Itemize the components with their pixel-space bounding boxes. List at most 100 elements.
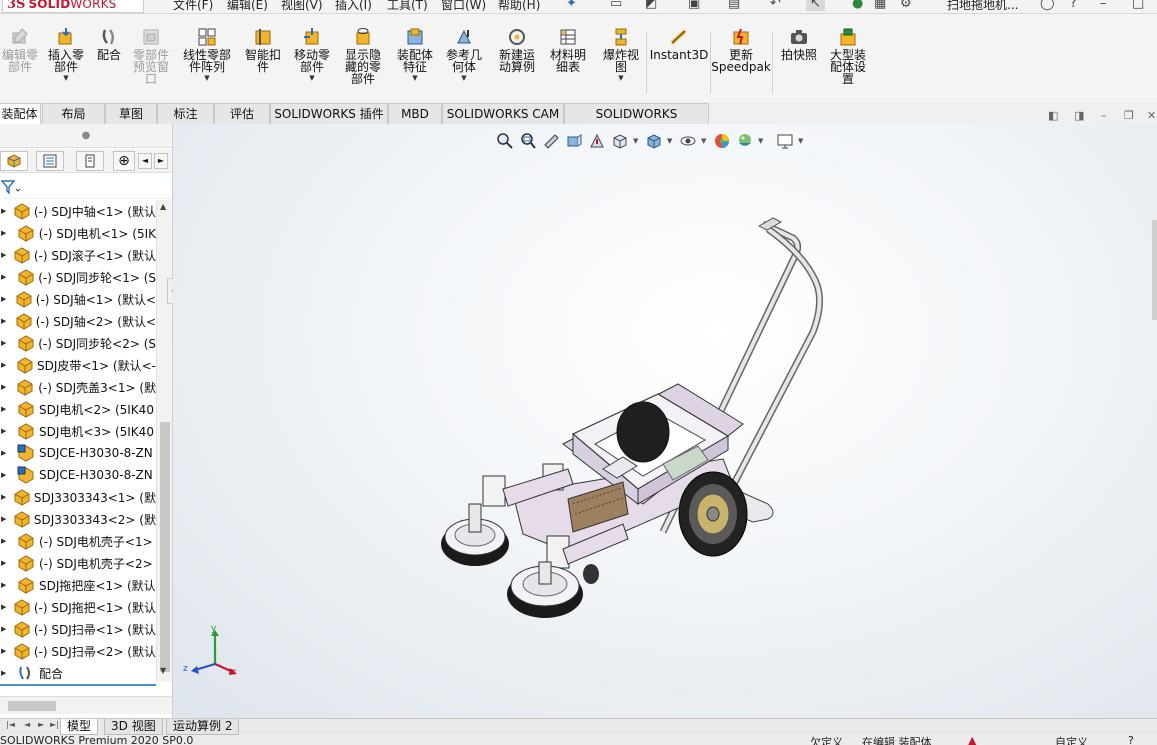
tree-horizontal-scrollbar[interactable]	[0, 696, 172, 714]
tree-expand-icon[interactable]: ▶	[1, 603, 7, 611]
tree-expand-icon[interactable]: ▶	[1, 625, 7, 633]
tree-expand-icon[interactable]: ▶	[1, 361, 9, 369]
traffic-light-icon[interactable]: ●	[852, 0, 863, 11]
tree-filter[interactable]	[0, 174, 172, 199]
instant3d-button[interactable]: Instant3D	[650, 26, 708, 61]
options-gear-icon[interactable]: ⚙	[900, 0, 912, 11]
tab-solidworks-cam[interactable]: SOLIDWORKS CAM	[442, 103, 564, 124]
tree-component-row[interactable]: ▶ SDJ皮带<1> (默认<-	[0, 354, 156, 376]
tree-component-row[interactable]: ▶ SDJCE-H3030-8-ZN	[0, 442, 156, 464]
tree-expand-icon[interactable]: ▶	[1, 427, 10, 435]
linear-pattern-button[interactable]: 线性零部 件阵列 ▼	[176, 26, 238, 82]
insert-component-dropdown-icon[interactable]: ▼	[63, 74, 68, 82]
tree-component-row[interactable]: ▶ (-) SDJ拖把<1> (默认	[0, 596, 156, 618]
print-icon[interactable]: ▤	[728, 0, 740, 11]
section-view-icon[interactable]	[564, 131, 584, 151]
maximize-window-icon[interactable]: □	[1132, 0, 1144, 11]
menu-file[interactable]: 文件(F)	[173, 0, 213, 13]
tree-expand-icon[interactable]: ▶	[1, 493, 7, 501]
tab-assembly[interactable]: 装配体	[0, 103, 41, 124]
apply-scene-dropdown-icon[interactable]: ▼	[758, 137, 766, 145]
menu-edit[interactable]: 编辑(E)	[227, 0, 268, 13]
tab-3d-view[interactable]: 3D 视图	[104, 719, 163, 735]
reference-geometry-dropdown-icon[interactable]: ▼	[461, 74, 466, 82]
tree-component-row[interactable]: ▶ (-) SDJ扫帚<1> (默认	[0, 618, 156, 640]
scroll-up-icon[interactable]: ▲	[160, 202, 166, 211]
move-component-button[interactable]: 移动零 部件 ▼	[289, 26, 335, 82]
tile-right-icon[interactable]: ◨	[1074, 109, 1084, 122]
tree-scroll-thumb[interactable]	[160, 422, 170, 672]
view-settings-icon[interactable]	[775, 131, 795, 151]
tree-expand-icon[interactable]: ▶	[1, 449, 10, 457]
view-settings-dropdown-icon[interactable]: ▼	[798, 137, 806, 145]
edit-component-button[interactable]: 编辑零 部件	[0, 26, 40, 73]
rebuild-icon[interactable]: ▲	[968, 735, 976, 745]
smart-fastener-button[interactable]: 智能扣 件	[241, 26, 285, 73]
tree-mates-folder[interactable]: ▶ 配合	[0, 662, 156, 682]
exploded-view-button[interactable]: 爆炸视 图 ▼	[598, 26, 644, 82]
status-units[interactable]: 自定义	[1055, 735, 1088, 745]
doc-restore-icon[interactable]: ❐	[1124, 109, 1134, 122]
tree-vertical-scrollbar[interactable]: ▲ ▼	[156, 200, 172, 682]
tree-component-row[interactable]: ▶ (-) SDJ同步轮<1> (S	[0, 266, 156, 288]
doc-close-icon[interactable]: ✕	[1147, 109, 1156, 122]
menu-help[interactable]: 帮助(H)	[498, 0, 540, 13]
view-orientation-icon[interactable]	[610, 131, 630, 151]
edit-appearance-icon[interactable]	[712, 131, 732, 151]
tab-markup[interactable]: 标注	[157, 103, 214, 124]
tree-component-row[interactable]: ▶ SDJ电机<2> (5IK40	[0, 398, 156, 420]
display-style-dropdown-icon[interactable]: ▼	[667, 137, 675, 145]
tree-component-row[interactable]: ▶ (-) SDJ电机壳子<2>	[0, 552, 156, 574]
tree-component-row[interactable]: ▶ SDJCE-H3030-8-ZN	[0, 464, 156, 486]
move-component-dropdown-icon[interactable]: ▼	[309, 74, 314, 82]
next-tab-icon[interactable]: ►	[38, 720, 44, 729]
tree-expand-icon[interactable]: ▶	[1, 537, 10, 545]
tree-component-row[interactable]: ▶ SDJ电机<3> (5IK40	[0, 420, 156, 442]
linear-pattern-dropdown-icon[interactable]: ▼	[204, 74, 209, 82]
panel-tab-scroll-left[interactable]: ◄	[138, 153, 152, 169]
hide-show-dropdown-icon[interactable]: ▼	[701, 137, 709, 145]
panel-tab-scroll-right[interactable]: ►	[154, 153, 168, 169]
tree-component-row[interactable]: ▶ SDJ3303343<2> (默	[0, 508, 156, 530]
tree-expand-icon[interactable]: ▶	[1, 669, 10, 677]
dimxpert-tab[interactable]: ⊕	[113, 151, 135, 171]
save-icon[interactable]: ▣	[688, 0, 700, 11]
tree-component-row[interactable]: ▶ SDJ拖把座<1> (默认	[0, 574, 156, 596]
featuremanager-tab[interactable]	[0, 151, 28, 171]
sweeper-assembly-model[interactable]	[423, 214, 843, 624]
panel-grip-handle[interactable]: ●	[0, 124, 172, 148]
tree-expand-icon[interactable]: ▶	[1, 383, 10, 391]
tab-solidworks-addins[interactable]: SOLIDWORKS 插件	[270, 103, 388, 124]
user-icon[interactable]: ◯	[1040, 0, 1055, 11]
reference-geometry-button[interactable]: 参考几 何体 ▼	[441, 26, 487, 82]
tile-left-icon[interactable]: ◧	[1048, 109, 1058, 122]
help-question-icon[interactable]: ?	[1070, 0, 1077, 11]
last-tab-icon[interactable]: ►|	[50, 720, 59, 729]
tree-component-row[interactable]: ▶ (-) SDJ同步轮<2> (S	[0, 332, 156, 354]
zoom-to-area-icon[interactable]	[518, 131, 538, 151]
large-assembly-settings-button[interactable]: 大型装 配体设 置	[824, 26, 872, 85]
solidworks-logo[interactable]: 3S SOLIDWORKS	[2, 0, 144, 13]
tab-mbd[interactable]: MBD	[388, 103, 442, 124]
open-icon[interactable]: ◩	[645, 0, 657, 11]
tree-expand-icon[interactable]: ▶	[1, 273, 10, 281]
zoom-to-fit-icon[interactable]	[495, 131, 515, 151]
menu-view[interactable]: 视图(V)	[281, 0, 323, 13]
propertymanager-tab[interactable]	[36, 151, 64, 171]
tree-expand-icon[interactable]: ▶	[1, 559, 10, 567]
assembly-feature-dropdown-icon[interactable]: ▼	[412, 74, 417, 82]
tree-expand-icon[interactable]: ▶	[1, 647, 7, 655]
insert-component-button[interactable]: 插入零 部件 ▼	[44, 26, 88, 82]
menu-tools[interactable]: 工具(T)	[387, 0, 428, 13]
tree-expand-icon[interactable]: ▶	[1, 295, 9, 303]
tree-expand-icon[interactable]: ▶	[1, 339, 10, 347]
file-properties-icon[interactable]: ▦	[874, 0, 886, 11]
doc-minimize-icon[interactable]: –	[1101, 109, 1107, 122]
tab-layout[interactable]: 布局	[42, 103, 105, 124]
tree-expand-icon[interactable]: ▶	[1, 207, 7, 215]
select-arrow-icon[interactable]: ↖	[806, 0, 825, 11]
tree-component-row[interactable]: ▶ (-) SDJ壳盖3<1> (默	[0, 376, 156, 398]
exploded-view-dropdown-icon[interactable]: ▼	[618, 74, 623, 82]
new-motion-study-button[interactable]: 新建运 动算例	[494, 26, 540, 73]
task-pane-edge[interactable]	[1152, 220, 1157, 320]
